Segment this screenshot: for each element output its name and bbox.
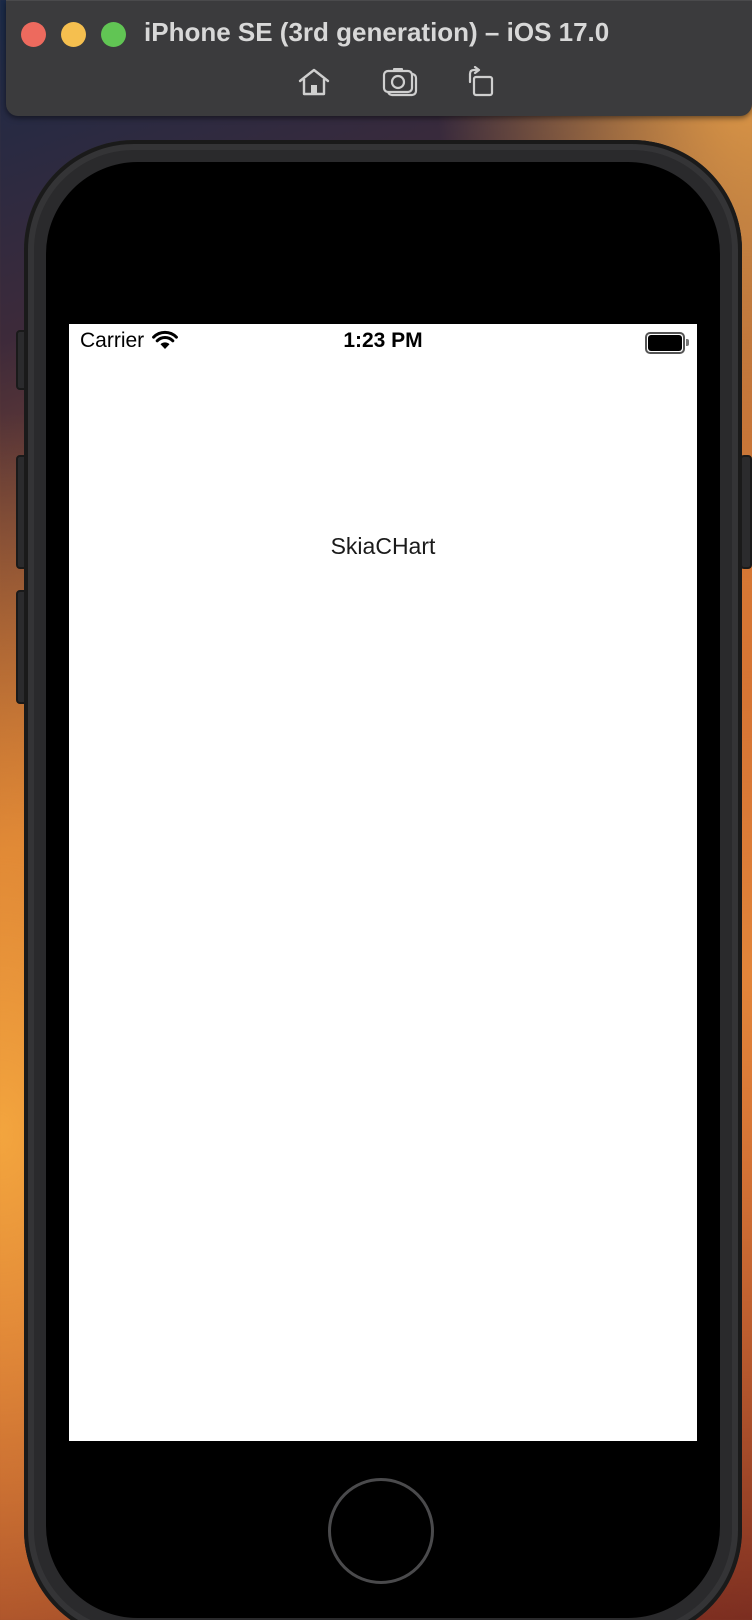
device-home-button[interactable] xyxy=(328,1478,434,1584)
battery-icon xyxy=(645,332,689,354)
screenshot-button[interactable] xyxy=(380,62,420,102)
battery-level xyxy=(648,335,682,351)
minimize-window-button[interactable] xyxy=(61,22,86,47)
rotate-button[interactable] xyxy=(460,62,500,102)
home-button-toolbar[interactable] xyxy=(294,62,334,102)
app-label: SkiaCHart xyxy=(330,533,436,559)
device-screen: Carrier 1:23 PM SkiaCHart xyxy=(69,324,697,1441)
home-icon xyxy=(298,68,330,96)
simulator-toolbar: iPhone SE (3rd generation) – iOS 17.0 xyxy=(6,0,752,116)
rotate-icon xyxy=(468,66,494,97)
camera-icon xyxy=(382,68,418,97)
window-title: iPhone SE (3rd generation) – iOS 17.0 xyxy=(144,17,610,47)
status-time: 1:23 PM xyxy=(343,329,423,352)
close-window-button[interactable] xyxy=(21,22,46,47)
battery-nub xyxy=(686,339,689,346)
zoom-window-button[interactable] xyxy=(101,22,126,47)
status-bar: Carrier 1:23 PM xyxy=(69,324,697,358)
